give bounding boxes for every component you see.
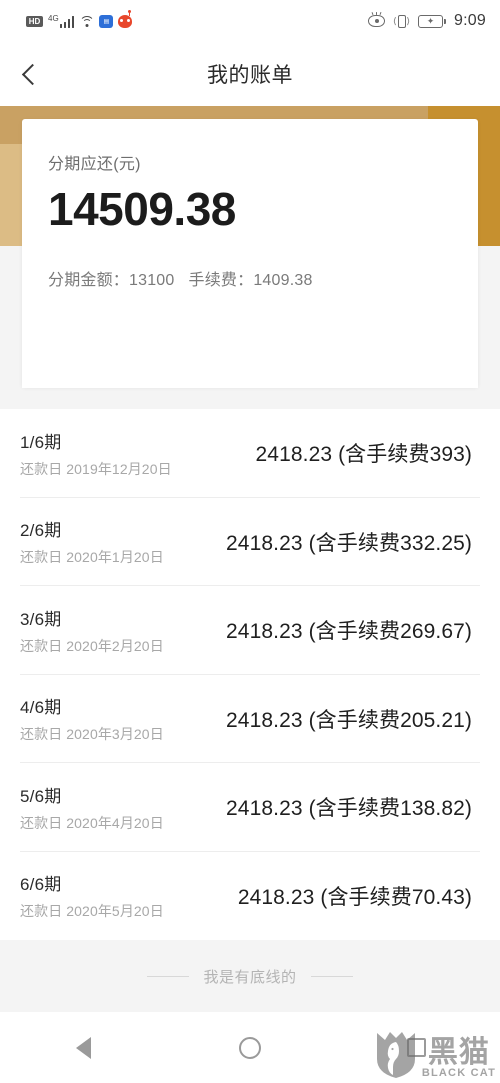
- watermark-logo: 黑猫 BLACK CAT: [375, 1029, 496, 1079]
- nav-home-button[interactable]: [167, 1012, 334, 1083]
- watermark-text: 黑猫 BLACK CAT: [421, 1035, 496, 1079]
- back-triangle-icon: [75, 1036, 91, 1059]
- installment-due-date: 还款日 2020年1月20日: [20, 549, 164, 566]
- installment-due-date: 还款日 2020年4月20日: [20, 814, 164, 831]
- installment-term: 4/6期: [20, 698, 62, 718]
- principal-label: 分期金额：: [48, 272, 130, 289]
- eye-care-icon: [368, 11, 386, 27]
- end-of-list-text: 我是有底线的: [203, 968, 297, 986]
- divider-left: [147, 975, 190, 977]
- installment-due-date: 还款日 2019年12月20日: [20, 460, 172, 477]
- home-circle-icon: [239, 1036, 261, 1059]
- table-row[interactable]: 1/6期 还款日 2019年12月20日 2418.23 (含手续费393): [20, 409, 480, 498]
- table-row[interactable]: 2/6期 还款日 2020年1月20日 2418.23 (含手续费332.25): [20, 498, 480, 587]
- table-row[interactable]: 5/6期 还款日 2020年4月20日 2418.23 (含手续费138.82): [20, 763, 480, 852]
- watermark-en: BLACK CAT: [421, 1067, 496, 1079]
- status-bar-left: HD 4G ▤: [26, 9, 133, 28]
- status-bar-right: ⟨ ⟩ ✦ 9:09: [368, 11, 486, 30]
- installment-amount: 2418.23 (含手续费269.67): [226, 620, 472, 644]
- nav-back-button[interactable]: [0, 1012, 167, 1083]
- battery-charging-icon: ✦: [418, 14, 447, 28]
- table-row[interactable]: 6/6期 还款日 2020年5月20日 2418.23 (含手续费70.43): [20, 852, 480, 941]
- installment-list: 1/6期 还款日 2019年12月20日 2418.23 (含手续费393) 2…: [0, 409, 500, 940]
- installment-due-date: 还款日 2020年3月20日: [20, 726, 164, 743]
- installment-amount: 2418.23 (含手续费138.82): [226, 797, 472, 821]
- installment-amount: 2418.23 (含手续费70.43): [237, 885, 472, 909]
- wifi-icon: [79, 15, 95, 27]
- back-button[interactable]: [0, 42, 60, 106]
- installment-amount: 2418.23 (含手续费205.21): [226, 708, 472, 732]
- app-badge-red-icon: [118, 9, 133, 28]
- summary-card: 分期应还(元) 14509.38 分期金额：13100 手续费：1409.38: [22, 119, 478, 388]
- installment-term: 3/6期: [20, 609, 62, 629]
- installment-term: 6/6期: [20, 875, 62, 895]
- installment-amount: 2418.23 (含手续费393): [255, 443, 472, 467]
- vibrate-icon: ⟨ ⟩: [393, 14, 411, 28]
- installment-term: 2/6期: [20, 521, 62, 541]
- list-end-footer: 我是有底线的: [0, 940, 500, 1012]
- table-row[interactable]: 3/6期 还款日 2020年2月20日 2418.23 (含手续费269.67): [20, 586, 480, 675]
- status-bar: HD 4G ▤ ⟨ ⟩ ✦ 9:09: [0, 0, 500, 42]
- installment-due-date: 还款日 2020年5月20日: [20, 903, 164, 920]
- page-title: 我的账单: [207, 64, 293, 87]
- summary-amount: 14509.38: [48, 183, 236, 235]
- installment-amount: 2418.23 (含手续费332.25): [226, 531, 472, 555]
- hd-badge-icon: HD: [26, 15, 43, 27]
- table-row[interactable]: 4/6期 还款日 2020年3月20日 2418.23 (含手续费205.21): [20, 675, 480, 764]
- installment-term: 1/6期: [20, 432, 62, 452]
- phone-screen: HD 4G ▤ ⟨ ⟩ ✦ 9:09 我的账单 分期应还(元) 14509.38…: [0, 0, 500, 1083]
- black-cat-shield-icon: [376, 1032, 415, 1078]
- installment-term: 5/6期: [20, 786, 62, 806]
- principal-value: 13100: [129, 272, 175, 289]
- fee-label: 手续费：: [188, 272, 254, 289]
- summary-label: 分期应还(元): [48, 156, 141, 173]
- app-header: 我的账单: [0, 42, 500, 106]
- divider-right: [310, 975, 353, 977]
- app-badge-blue-icon: ▤: [99, 14, 114, 28]
- chevron-left-icon: [21, 63, 44, 85]
- summary-breakdown: 分期金额：13100 手续费：1409.38: [48, 266, 478, 290]
- receipt-serrated-edge: [22, 378, 478, 388]
- watermark-cn: 黑猫: [427, 1035, 490, 1069]
- fee-value: 1409.38: [253, 272, 313, 289]
- signal-bars-icon: 4G: [48, 14, 75, 28]
- installment-due-date: 还款日 2020年2月20日: [20, 637, 164, 654]
- status-bar-clock: 9:09: [454, 12, 486, 29]
